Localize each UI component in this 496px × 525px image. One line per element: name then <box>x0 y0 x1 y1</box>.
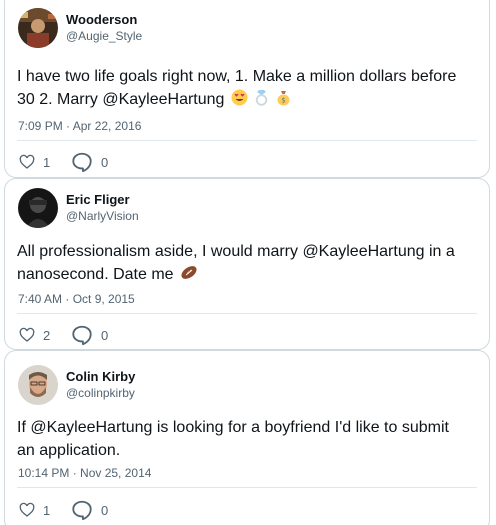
reply-count: 0 <box>101 154 109 170</box>
tweet-text: I have two life goals right now, 1. Make… <box>17 65 471 113</box>
reply-bubble-icon <box>71 499 93 521</box>
money-bag-emoji-icon: $ <box>276 89 291 113</box>
heart-icon <box>19 502 35 518</box>
author-name[interactable]: Eric Fliger <box>66 191 139 208</box>
tweet-text-content: If @KayleeHartung is looking for a boyfr… <box>17 419 449 459</box>
reply-bubble-icon <box>71 324 93 346</box>
tweet-text-content: All professionalism aside, I would marry… <box>17 243 455 283</box>
ring-emoji-icon <box>254 89 269 113</box>
divider <box>17 140 477 141</box>
like-button[interactable]: 1 <box>19 502 71 518</box>
author-handle[interactable]: @Augie_Style <box>66 28 142 45</box>
tweet-actions: 1 0 <box>19 151 108 173</box>
tweet-timestamp[interactable]: 7:40 AM · Oct 9, 2015 <box>18 292 135 306</box>
divider <box>17 487 477 488</box>
tweet-text: If @KayleeHartung is looking for a boyfr… <box>17 416 471 462</box>
tweet-header: Wooderson @Augie_Style <box>18 8 142 48</box>
divider <box>17 313 477 314</box>
tweet-timestamp[interactable]: 10:14 PM · Nov 25, 2014 <box>18 466 151 480</box>
author-handle[interactable]: @NarlyVision <box>66 208 139 225</box>
avatar[interactable] <box>18 365 58 405</box>
like-count: 2 <box>43 327 51 343</box>
like-count: 1 <box>43 154 51 170</box>
tweet-timestamp[interactable]: 7:09 PM · Apr 22, 2016 <box>18 119 141 133</box>
heart-icon <box>19 327 35 343</box>
reply-button[interactable]: 0 <box>71 151 108 173</box>
like-button[interactable]: 2 <box>19 327 71 343</box>
avatar[interactable] <box>18 188 58 228</box>
tweet-actions: 2 0 <box>19 324 108 346</box>
reply-count: 0 <box>101 502 109 518</box>
tweet-card[interactable]: Eric Fliger @NarlyVision All professiona… <box>4 178 490 350</box>
reply-button[interactable]: 0 <box>71 499 108 521</box>
author-handle[interactable]: @colinpkirby <box>66 385 135 402</box>
reply-count: 0 <box>101 327 109 343</box>
like-button[interactable]: 1 <box>19 154 71 170</box>
reply-button[interactable]: 0 <box>71 324 108 346</box>
svg-text:$: $ <box>281 97 285 105</box>
like-count: 1 <box>43 502 51 518</box>
tweet-header: Colin Kirby @colinpkirby <box>18 365 135 405</box>
football-emoji-icon <box>180 264 198 288</box>
avatar[interactable] <box>18 8 58 48</box>
tweet-actions: 1 0 <box>19 499 108 521</box>
author-name[interactable]: Wooderson <box>66 11 142 28</box>
tweet-feed: Wooderson @Augie_Style I have two life g… <box>0 0 496 525</box>
tweet-text: All professionalism aside, I would marry… <box>17 240 471 288</box>
heart-eyes-emoji-icon <box>231 89 248 113</box>
heart-icon <box>19 154 35 170</box>
author-name[interactable]: Colin Kirby <box>66 368 135 385</box>
reply-bubble-icon <box>71 151 93 173</box>
tweet-card[interactable]: Colin Kirby @colinpkirby If @KayleeHartu… <box>4 350 490 525</box>
tweet-header: Eric Fliger @NarlyVision <box>18 188 139 228</box>
tweet-card[interactable]: Wooderson @Augie_Style I have two life g… <box>4 0 490 178</box>
